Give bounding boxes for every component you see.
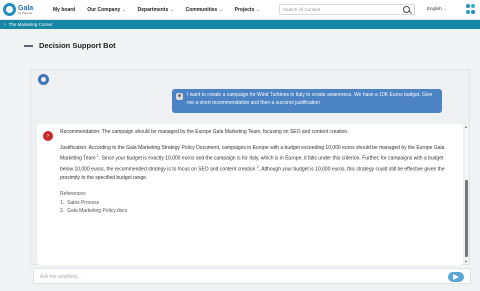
bot-badge-icon: › [43, 131, 53, 141]
reference-number: 1. [60, 199, 65, 206]
chat-input[interactable] [40, 272, 420, 281]
nav-departments[interactable]: Departments ⌄ [138, 7, 174, 13]
logo-text: Gala by Plannet [18, 5, 33, 15]
send-icon [453, 274, 459, 280]
chat-input-bar [33, 268, 471, 284]
user-avatar-icon [176, 93, 183, 100]
chevron-down-icon: ⌄ [170, 7, 174, 12]
gala-logo[interactable]: Gala by Plannet [3, 0, 39, 20]
scroll-down-icon[interactable]: ▼ [464, 259, 468, 264]
bot-recommendation: Recommendation: The campaign should be m… [60, 129, 349, 135]
page-title: Decision Support Bot [39, 41, 116, 50]
nav-our-company[interactable]: Our Company ⌄ [87, 7, 125, 13]
nav-projects-label: Projects [234, 6, 255, 13]
scroll-thumb[interactable] [465, 180, 468, 257]
reference-item[interactable]: 1. Sales Process [60, 199, 445, 207]
user-message: I want to create a campaign for Wind Tur… [172, 89, 442, 113]
references-title: References [60, 191, 86, 198]
title-accent-bar [24, 44, 33, 47]
bot-justification: Justification: According to the Gala Mar… [60, 144, 445, 182]
references-list: 1. Sales Process 2. Gala Marketing Policy.… [60, 199, 445, 215]
nav-my-board[interactable]: My board [53, 7, 75, 13]
nav-communities-label: Communities [185, 6, 218, 13]
reference-item[interactable]: 2. Gala Marketing Policy.docx [60, 207, 445, 215]
bot-message-text: Recommendation: The campaign should be m… [60, 128, 445, 215]
language-selector[interactable]: English ⌄ [427, 6, 447, 11]
bot-message: › Recommendation: The campaign should be… [37, 124, 463, 265]
nav-projects[interactable]: Projects ⌄ [235, 7, 260, 13]
search-placeholder: Search All Content [283, 7, 321, 12]
page-header: Decision Support Bot [24, 41, 116, 50]
chevron-down-icon: ⌄ [122, 7, 126, 12]
brand-subtitle: by Plannet [18, 10, 33, 15]
nav-communities[interactable]: Communities ⌄ [186, 7, 223, 13]
language-label: English [427, 6, 442, 11]
reference-link[interactable]: Sales Process [67, 200, 99, 206]
scroll-up-icon[interactable]: ▲ [464, 124, 468, 129]
search-icon[interactable] [403, 6, 410, 13]
send-button[interactable] [448, 272, 464, 282]
breadcrumb-current[interactable]: The Marketing Corner [9, 22, 53, 27]
chevron-right-icon: › [4, 21, 6, 28]
nav-my-board-label: My board [53, 6, 76, 13]
reference-link[interactable]: Gala Marketing Policy.docx [67, 208, 127, 214]
chevron-down-icon: ⌄ [256, 7, 260, 12]
chevron-down-icon: ⌄ [219, 7, 223, 12]
reference-number: 2. [60, 207, 65, 214]
apps-grid-icon[interactable] [466, 4, 477, 15]
search-input[interactable]: Search All Content [279, 4, 415, 15]
main-menu: My board Our Company ⌄ Departments ⌄ Commu… [53, 7, 272, 13]
nav-departments-label: Departments [137, 6, 169, 13]
gala-logo-icon [3, 3, 16, 16]
bot-avatar-icon [38, 74, 49, 85]
chevron-down-icon: ⌄ [443, 6, 448, 11]
top-navigation: Gala by Plannet My board Our Company ⌄ De… [0, 0, 480, 20]
user-message-text: I want to create a campaign for Wind Tur… [187, 92, 433, 106]
breadcrumb: › The Marketing Corner [0, 20, 480, 29]
nav-our-company-label: Our Company [87, 6, 121, 13]
